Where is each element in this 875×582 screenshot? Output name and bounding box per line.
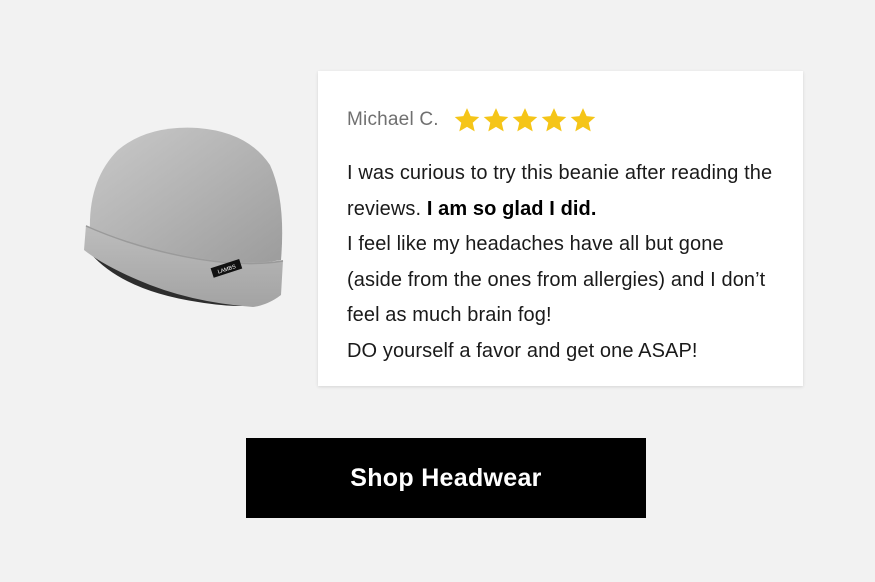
review-text: I was curious to try this beanie after r… bbox=[347, 156, 775, 369]
star-icon bbox=[483, 108, 508, 132]
review-card: Michael C. I was curious to try this bea… bbox=[318, 71, 803, 386]
star-icon bbox=[570, 108, 595, 132]
review-bold-text: I am so glad I did. bbox=[426, 197, 597, 220]
review-paragraph-3: DO yourself a favor and get one ASAP! bbox=[347, 339, 698, 362]
star-icon bbox=[512, 108, 537, 132]
review-paragraph-1: I was curious to try this beanie after r… bbox=[347, 156, 775, 227]
review-paragraph-2: I feel like my headaches have all but go… bbox=[347, 233, 766, 326]
reviewer-name: Michael C. bbox=[347, 109, 439, 130]
star-rating bbox=[453, 106, 597, 134]
shop-headwear-button[interactable]: Shop Headwear bbox=[246, 438, 646, 518]
star-icon bbox=[541, 108, 566, 132]
star-icon bbox=[454, 108, 479, 132]
beanie-product-image: LAMBS bbox=[78, 120, 288, 315]
review-header: Michael C. bbox=[347, 104, 775, 136]
page: LAMBS Michael C. I was curious to try th… bbox=[0, 0, 875, 582]
